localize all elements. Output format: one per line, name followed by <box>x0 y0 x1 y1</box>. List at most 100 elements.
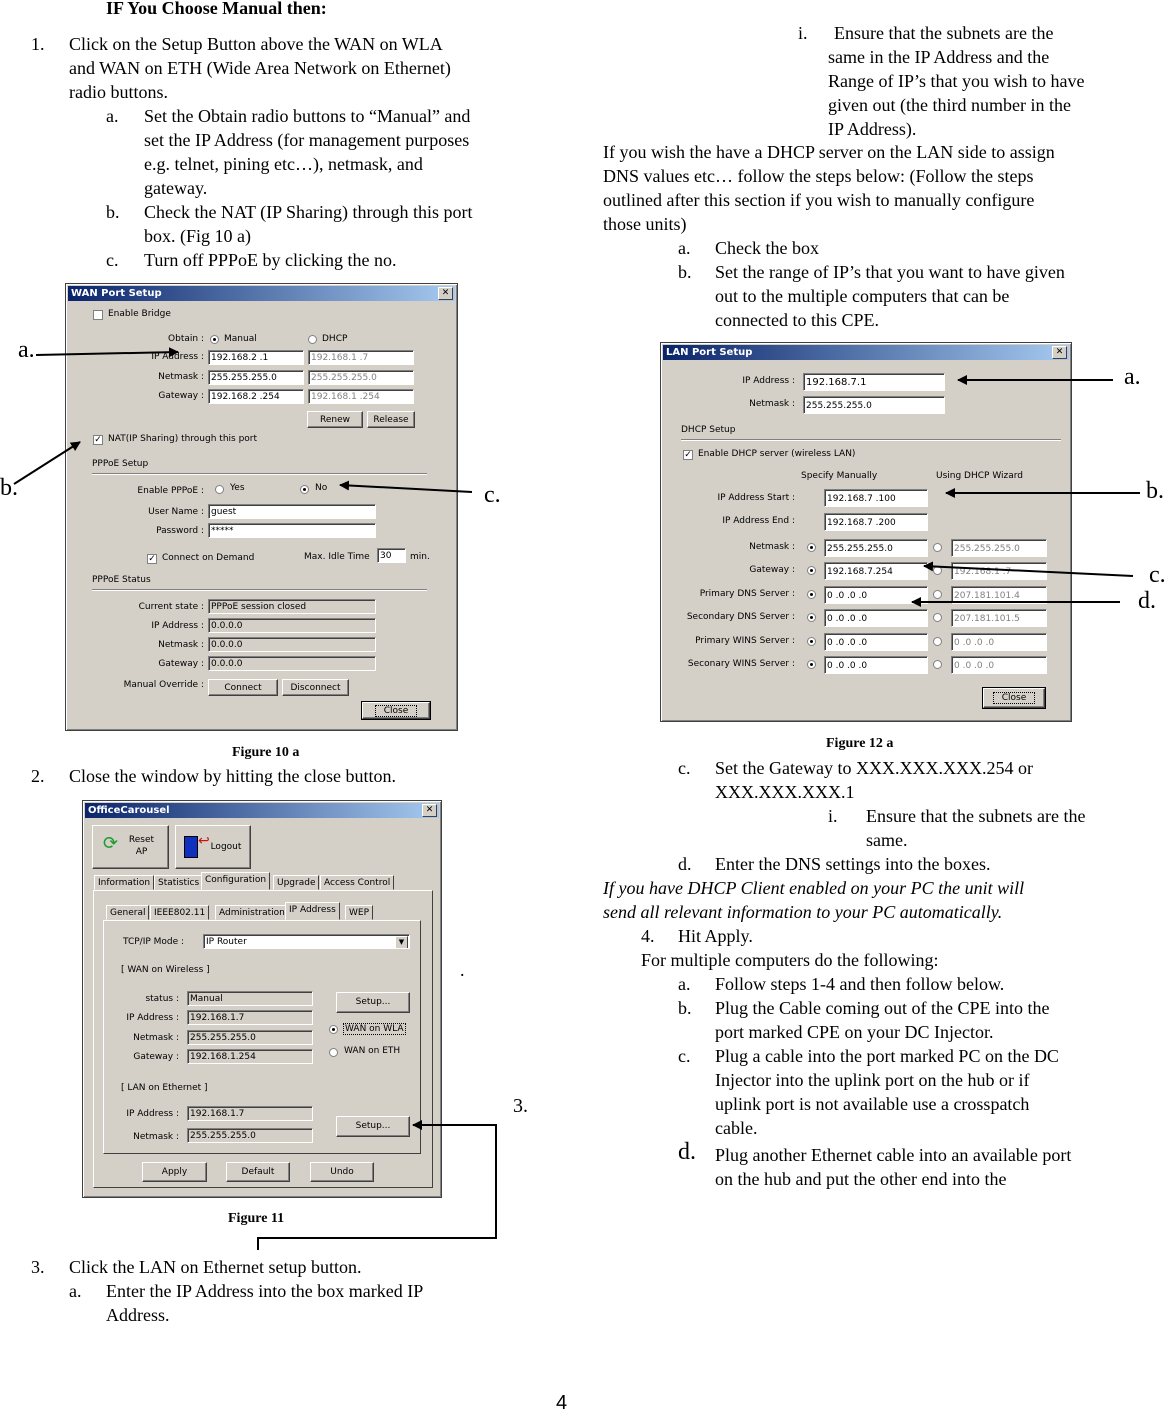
tab-statistics[interactable]: Statistics <box>154 875 204 890</box>
step-number: 3. <box>31 1257 45 1277</box>
logout-button[interactable]: ↩ Logout <box>175 825 251 869</box>
specify-manually-radio[interactable] <box>807 566 816 575</box>
dhcp-wizard-radio[interactable] <box>933 637 942 646</box>
disconnect-button[interactable]: Disconnect <box>282 679 349 696</box>
sub-label: i. <box>798 23 808 43</box>
dhcp-wizard-input: 0 .0 .0 .0 <box>951 633 1047 651</box>
close-icon[interactable]: ✕ <box>422 804 437 817</box>
specify-manually-input[interactable]: 0 .0 .0 .0 <box>824 609 928 627</box>
divider <box>92 473 427 475</box>
text-line: e.g. telnet, pining etc…), netmask, and <box>144 154 423 174</box>
dhcp-wizard-radio[interactable] <box>933 566 942 575</box>
enable-bridge-checkbox[interactable] <box>93 310 103 320</box>
dhcp-wizard-radio[interactable] <box>933 543 942 552</box>
current-state-label: Current state : <box>138 602 204 612</box>
tab-administration[interactable]: Administration <box>215 905 289 920</box>
tab-ip-address[interactable]: IP Address <box>285 902 340 920</box>
ip-address-input[interactable]: 192.168.2 .1 <box>208 350 304 365</box>
undo-button[interactable]: Undo <box>310 1162 374 1182</box>
ip-end-input[interactable]: 192.168.7 .200 <box>824 513 928 531</box>
text-line: Address. <box>106 1305 170 1325</box>
max-idle-input[interactable]: 30 <box>377 548 406 563</box>
reset-ap-button[interactable]: ⟳ Reset AP <box>92 825 169 869</box>
renew-button[interactable]: Renew <box>307 411 363 428</box>
connect-button[interactable]: Connect <box>208 679 278 696</box>
tab-upgrade[interactable]: Upgrade <box>273 875 320 890</box>
figure-caption: Figure 12 a <box>826 736 894 751</box>
lan-setup-button[interactable]: Setup... <box>336 1116 410 1137</box>
netmask-input[interactable]: 255.255.255.0 <box>208 370 304 385</box>
multi-step-a-text: Follow steps 1-4 and then follow below. <box>715 974 1005 994</box>
tcpip-mode-label: TCP/IP Mode : <box>123 937 185 947</box>
dhcp-wizard-radio[interactable] <box>933 590 942 599</box>
close-icon[interactable]: ✕ <box>438 287 453 300</box>
specify-manually-radio[interactable] <box>807 637 816 646</box>
dhcp-row-label: Seconary WINS Server : <box>687 659 795 669</box>
section-heading: IF You Choose Manual then: <box>106 0 327 18</box>
specify-manually-input[interactable]: 0 .0 .0 .0 <box>824 633 928 651</box>
specify-manually-input[interactable]: 0 .0 .0 .0 <box>824 656 928 674</box>
nat-checkbox[interactable]: ✓ <box>93 435 103 445</box>
specify-manually-input[interactable]: 0 .0 .0 .0 <box>824 586 928 604</box>
wan-on-wla-radio[interactable] <box>329 1025 338 1034</box>
obtain-manual-radio[interactable] <box>210 335 219 344</box>
dhcp-wizard-radio[interactable] <box>933 613 942 622</box>
dhcp-row-label: Netmask : <box>749 542 795 552</box>
sub-label: d. <box>678 854 692 874</box>
enable-dhcp-checkbox[interactable]: ✓ <box>683 450 693 460</box>
lan-ip-input[interactable]: 192.168.7.1 <box>803 373 945 391</box>
gateway-input[interactable]: 192.168.2 .254 <box>208 389 304 404</box>
tab-configuration[interactable]: Configuration <box>201 872 271 890</box>
ip-start-input[interactable]: 192.168.7 .100 <box>824 489 928 507</box>
specify-manually-radio[interactable] <box>807 590 816 599</box>
dhcp-wizard-radio[interactable] <box>933 660 942 669</box>
connect-on-demand-checkbox[interactable]: ✓ <box>147 554 157 564</box>
username-input[interactable]: guest <box>208 504 376 519</box>
tcpip-mode-select[interactable]: IP Router ▼ <box>203 934 410 949</box>
arrow-icon: ↩ <box>198 833 210 849</box>
password-input[interactable]: ***** <box>208 523 376 538</box>
close-icon[interactable]: ✕ <box>1052 346 1067 359</box>
step1a-text: Set the Obtain radio buttons to “Manual”… <box>144 104 470 200</box>
tab-ieee80211[interactable]: IEEE802.11 <box>150 905 210 920</box>
pppoe-no-radio[interactable] <box>300 485 309 494</box>
dhcp-ip-address-input: 192.168.1 .7 <box>308 350 414 365</box>
divider <box>92 589 427 591</box>
sub-label: d. <box>678 1139 696 1165</box>
close-button[interactable]: Close <box>361 701 431 720</box>
specify-manually-input[interactable]: 255.255.255.0 <box>824 539 928 557</box>
specify-manually-radio[interactable] <box>807 543 816 552</box>
lan-netmask-input[interactable]: 255.255.255.0 <box>803 396 945 414</box>
wan-on-eth-radio[interactable] <box>329 1048 338 1057</box>
specify-manually-radio[interactable] <box>807 613 816 622</box>
netmask-label: Netmask : <box>158 372 204 382</box>
nat-label: NAT(IP Sharing) through this port <box>108 434 258 444</box>
text-line: port marked CPE on your DC Injector. <box>715 1022 994 1042</box>
text-line: Click on the Setup Button above the WAN … <box>69 34 443 54</box>
wan-setup-button[interactable]: Setup... <box>336 992 410 1013</box>
tab-information[interactable]: Information <box>94 875 155 890</box>
tab-general[interactable]: General <box>106 905 150 920</box>
reset-ap-label: Reset <box>128 835 155 845</box>
apply-button[interactable]: Apply <box>142 1162 207 1182</box>
pppoe-yes-radio[interactable] <box>215 485 224 494</box>
specify-manually-radio[interactable] <box>807 660 816 669</box>
dhcp-step-b-text: Set the range of IP’s that you want to h… <box>715 260 1065 332</box>
default-button[interactable]: Default <box>226 1162 290 1182</box>
step1-text: Click on the Setup Button above the WAN … <box>69 32 451 104</box>
max-idle-label: Max. Idle Time <box>304 552 370 562</box>
status-ip-value: 0.0.0.0 <box>208 618 376 633</box>
obtain-dhcp-radio[interactable] <box>308 335 317 344</box>
chevron-down-icon[interactable]: ▼ <box>395 936 408 948</box>
close-button-label: Close <box>992 692 1036 704</box>
text-line: outlined after this section if you wish … <box>603 190 1035 210</box>
close-button[interactable]: Close <box>982 687 1046 709</box>
specify-manually-input[interactable]: 192.168.7.254 <box>824 562 928 580</box>
text-line: Ensure that the subnets are the <box>866 806 1086 826</box>
release-button[interactable]: Release <box>367 411 415 428</box>
tab-access-control[interactable]: Access Control <box>320 875 395 890</box>
dialog-title: OfficeCarousel <box>88 805 170 816</box>
text-line: same in the IP Address and the <box>828 47 1050 67</box>
dialog-titlebar: WAN Port Setup ✕ <box>68 286 455 301</box>
tab-wep[interactable]: WEP <box>345 905 374 920</box>
